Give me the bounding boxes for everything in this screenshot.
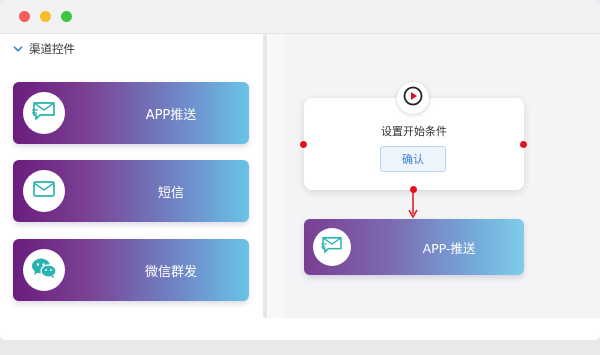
- zoom-window-button[interactable]: [61, 11, 72, 22]
- start-condition-title: 设置开始条件: [381, 125, 447, 138]
- app-push-node-label: APP-推送: [422, 240, 476, 256]
- confirm-button[interactable]: 确认: [380, 146, 446, 172]
- message-send-icon: [321, 236, 343, 258]
- title-bar: [0, 0, 600, 34]
- app-push-node[interactable]: APP-推送: [304, 219, 524, 275]
- play-icon: [403, 86, 423, 110]
- close-window-button[interactable]: [19, 11, 30, 22]
- channel-item-sms[interactable]: 短信: [13, 160, 249, 222]
- start-node-right-port[interactable]: [520, 141, 527, 148]
- minimize-window-button[interactable]: [40, 11, 51, 22]
- push-node-icon-badge: [313, 228, 351, 266]
- chevron-down-icon: [13, 44, 23, 54]
- wechat-icon-badge: [23, 249, 65, 291]
- start-node-left-port[interactable]: [300, 141, 307, 148]
- channel-item-app-push[interactable]: APP推送: [13, 82, 249, 144]
- sms-icon-badge: [23, 170, 65, 212]
- channel-item-wechat-broadcast[interactable]: 微信群发: [13, 239, 249, 301]
- message-send-icon: [32, 101, 56, 125]
- channel-controls-header[interactable]: 渠道控件: [13, 41, 75, 57]
- app-window: 渠道控件 APP推送 短信 微信群发 设置开始条件 确认 APP-推送: [0, 0, 600, 340]
- channel-controls-title: 渠道控件: [29, 42, 75, 56]
- channel-item-label: APP推送: [145, 107, 197, 123]
- start-node-badge: [397, 82, 429, 114]
- flow-connector-arrow: [408, 190, 418, 219]
- envelope-icon: [33, 181, 55, 201]
- channel-item-label: 短信: [157, 185, 184, 201]
- channel-item-label: 微信群发: [144, 264, 197, 280]
- wechat-icon: [31, 257, 57, 283]
- app-push-icon-badge: [23, 92, 65, 134]
